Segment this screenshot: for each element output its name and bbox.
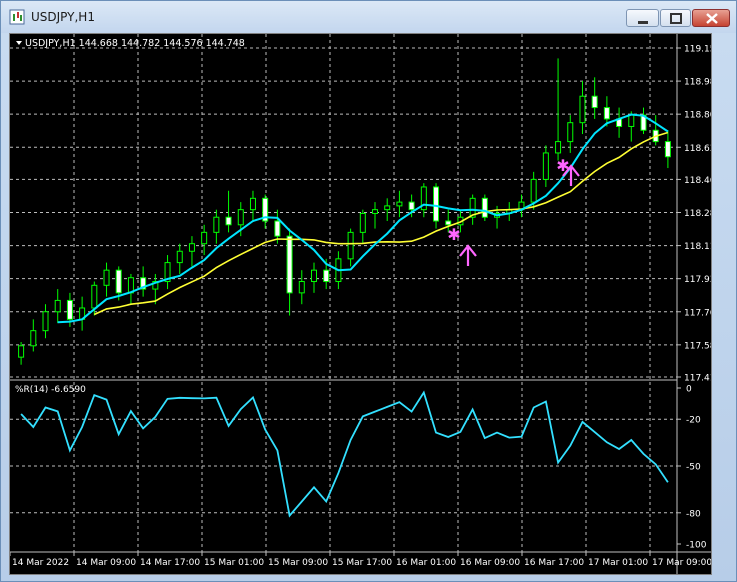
price-tick-label: 117.935	[684, 275, 711, 285]
price-tick-label: 118.460	[684, 176, 711, 186]
candle-up	[359, 212, 366, 233]
price-axis: 119.155 118.980 118.805 118.630 118.460 118.2…	[677, 45, 721, 384]
candle-down	[323, 269, 330, 283]
chart-area[interactable]: USDJPY,H1 144.668 144.782 144.576 144.74…	[9, 33, 721, 575]
chart-window: USDJPY,H1 USDJPY,H1 144.668 144.782 144.…	[0, 0, 737, 582]
candle-up	[530, 178, 537, 203]
time-tick-label: 17 Mar 09:00	[652, 558, 711, 568]
candle-down	[433, 186, 440, 222]
svg-text:✱: ✱	[447, 225, 460, 244]
candle-down	[591, 95, 598, 109]
signal-arrow-1	[459, 244, 477, 266]
price-tick-label: 117.415	[684, 374, 711, 384]
candle-up	[42, 311, 49, 332]
time-tick-label: 15 Mar 01:00	[204, 558, 264, 568]
time-axis: 14 Mar 2022 14 Mar 09:00 14 Mar 17:00 15 Ma…	[9, 552, 712, 568]
minimize-button[interactable]	[626, 9, 659, 27]
indicator-tick-label: -20	[686, 416, 701, 426]
window-title: USDJPY,H1	[31, 10, 95, 24]
candle-up	[347, 231, 354, 260]
candle-up	[201, 231, 208, 245]
candle-down	[603, 107, 610, 120]
candle-up	[384, 205, 391, 211]
indicator-label: %R(14) -6.6590	[15, 385, 86, 395]
candle-up	[30, 330, 37, 347]
symbol-menu-icon[interactable]	[16, 41, 22, 45]
candle-up	[310, 269, 317, 283]
indicator-tick-label: 0	[686, 385, 692, 395]
price-tick-label: 117.585	[684, 341, 711, 351]
time-tick-label: 16 Mar 17:00	[524, 558, 584, 568]
time-tick-label: 14 Mar 17:00	[140, 558, 200, 568]
candle-up	[542, 152, 549, 180]
candle-up	[176, 250, 183, 264]
candle-down	[274, 220, 281, 237]
candle-up	[555, 141, 562, 154]
time-tick-label: 17 Mar 01:00	[588, 558, 648, 568]
candle-up	[298, 281, 305, 294]
chart-window-icon	[9, 9, 25, 25]
candle-down	[408, 201, 415, 211]
candle-up	[18, 345, 25, 358]
candle-down	[481, 197, 488, 218]
price-tick-label: 118.805	[684, 111, 711, 121]
indicator-axis: 0 -20 -50 -80 -100	[677, 385, 707, 551]
minimize-icon	[638, 21, 648, 24]
candle-up	[213, 216, 220, 233]
title-bar[interactable]: USDJPY,H1	[1, 1, 736, 33]
candle-down	[115, 269, 122, 294]
candle-up	[579, 95, 586, 124]
restore-icon	[670, 13, 682, 24]
time-tick-label: 15 Mar 17:00	[332, 558, 392, 568]
time-tick-label: 16 Mar 01:00	[396, 558, 456, 568]
chart-canvas[interactable]: USDJPY,H1 144.668 144.782 144.576 144.74…	[9, 34, 721, 574]
candle-down	[286, 235, 293, 294]
candles	[18, 58, 671, 365]
candle-up	[91, 284, 98, 309]
candle-up	[103, 269, 110, 286]
indicator-tick-label: -50	[686, 463, 701, 473]
candle-up	[249, 197, 256, 211]
close-button[interactable]	[692, 9, 730, 27]
candle-up	[396, 201, 403, 207]
ma-slow-line	[93, 131, 669, 316]
signal-star-2: ✱	[556, 156, 569, 175]
candle-up	[628, 114, 635, 127]
candle-up	[54, 299, 61, 313]
candle-down	[225, 216, 232, 226]
signal-star-1: ✱	[447, 225, 460, 244]
time-tick-label: 14 Mar 2022	[12, 558, 69, 568]
indicator-tick-label: -100	[686, 541, 707, 551]
grid	[10, 34, 677, 552]
price-tick-label: 118.630	[684, 144, 711, 154]
candle-up	[372, 209, 379, 214]
price-tick-label: 118.110	[684, 242, 711, 252]
indicator-tick-label: -80	[686, 509, 701, 519]
candle-down	[664, 141, 671, 158]
time-tick-label: 15 Mar 09:00	[268, 558, 328, 568]
close-icon	[706, 13, 718, 24]
svg-text:✱: ✱	[556, 156, 569, 175]
maximize-button[interactable]	[660, 9, 691, 27]
time-tick-label: 14 Mar 09:00	[76, 558, 136, 568]
candle-up	[567, 122, 574, 143]
candle-up	[237, 209, 244, 226]
price-tick-label: 118.980	[684, 78, 711, 88]
time-tick-label: 16 Mar 09:00	[460, 558, 520, 568]
symbol-ohlc-label: USDJPY,H1 144.668 144.782 144.576 144.74…	[25, 38, 245, 49]
candle-down	[66, 299, 73, 320]
price-tick-label: 117.760	[684, 308, 711, 318]
williams-r-line	[20, 390, 669, 518]
candle-up	[188, 243, 195, 252]
price-tick-label: 119.155	[684, 45, 711, 55]
price-tick-label: 118.285	[684, 209, 711, 219]
